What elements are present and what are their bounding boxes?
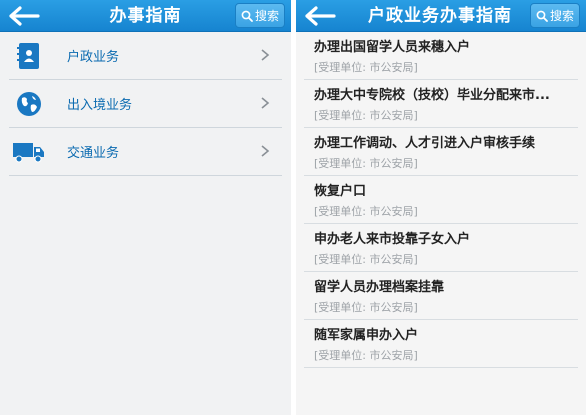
- chevron-right-icon: [261, 49, 270, 61]
- category-list: 户政业务 出入境业务 交通业务: [0, 32, 291, 176]
- search-label: 搜索: [549, 9, 574, 23]
- search-label: 搜索: [254, 9, 279, 23]
- item-unit: [受理单位: 市公安局]: [314, 349, 418, 362]
- chevron-right-icon: [261, 97, 270, 109]
- category-label: 户政业务: [67, 50, 120, 65]
- item-title: 随军家属申办入户: [314, 328, 419, 343]
- top-bar: 办事指南 搜索: [0, 0, 291, 32]
- item-unit: [受理单位: 市公安局]: [314, 157, 418, 170]
- guide-item-list: 办理出国留学人员来穗入户 [受理单位: 市公安局] 办理大中专院校（技校）毕业分…: [296, 32, 586, 368]
- list-item[interactable]: 随军家属申办入户 [受理单位: 市公安局]: [304, 320, 578, 368]
- item-title: 办理大中专院校（技校）毕业分配来市...: [314, 88, 550, 103]
- guide-screen: 办事指南 搜索 户政业务 出入境业务 交通业务: [0, 0, 291, 415]
- globe-icon: [11, 88, 47, 120]
- page-title: 户政业务办事指南: [368, 6, 512, 26]
- item-title: 恢复户口: [314, 184, 367, 199]
- category-item-exit-entry[interactable]: 出入境业务: [9, 80, 282, 128]
- list-item[interactable]: 办理出国留学人员来穗入户 [受理单位: 市公安局]: [304, 32, 578, 80]
- id-book-icon: [11, 40, 47, 72]
- list-item[interactable]: 留学人员办理档案挂靠 [受理单位: 市公安局]: [304, 272, 578, 320]
- list-item[interactable]: 恢复户口 [受理单位: 市公安局]: [304, 176, 578, 224]
- item-unit: [受理单位: 市公安局]: [314, 301, 418, 314]
- search-button[interactable]: 搜索: [530, 3, 580, 28]
- search-button[interactable]: 搜索: [235, 3, 285, 28]
- list-item[interactable]: 申办老人来市投靠子女入户 [受理单位: 市公安局]: [304, 224, 578, 272]
- item-title: 留学人员办理档案挂靠: [314, 280, 445, 295]
- search-icon: [241, 10, 253, 22]
- chevron-right-icon: [261, 145, 270, 157]
- item-title: 办理工作调动、人才引进入户审核手续: [314, 136, 536, 151]
- item-unit: [受理单位: 市公安局]: [314, 205, 418, 218]
- category-label: 交通业务: [67, 146, 120, 161]
- item-unit: [受理单位: 市公安局]: [314, 253, 418, 266]
- category-item-household[interactable]: 户政业务: [9, 32, 282, 80]
- item-unit: [受理单位: 市公安局]: [314, 109, 418, 122]
- screens: 办事指南 搜索 户政业务 出入境业务 交通业务 户政业务办事指南 搜索 办理出国…: [0, 0, 586, 415]
- truck-icon: [11, 136, 47, 168]
- item-title: 办理出国留学人员来穗入户: [314, 40, 471, 55]
- category-label: 出入境业务: [67, 98, 133, 113]
- item-unit: [受理单位: 市公安局]: [314, 61, 418, 74]
- household-guide-screen: 户政业务办事指南 搜索 办理出国留学人员来穗入户 [受理单位: 市公安局] 办理…: [296, 0, 586, 415]
- item-title: 申办老人来市投靠子女入户: [314, 232, 471, 247]
- list-item[interactable]: 办理大中专院校（技校）毕业分配来市... [受理单位: 市公安局]: [304, 80, 578, 128]
- list-item[interactable]: 办理工作调动、人才引进入户审核手续 [受理单位: 市公安局]: [304, 128, 578, 176]
- search-icon: [536, 10, 548, 22]
- top-bar: 户政业务办事指南 搜索: [296, 0, 586, 32]
- category-item-traffic[interactable]: 交通业务: [9, 128, 282, 176]
- back-arrow-icon[interactable]: [304, 5, 338, 27]
